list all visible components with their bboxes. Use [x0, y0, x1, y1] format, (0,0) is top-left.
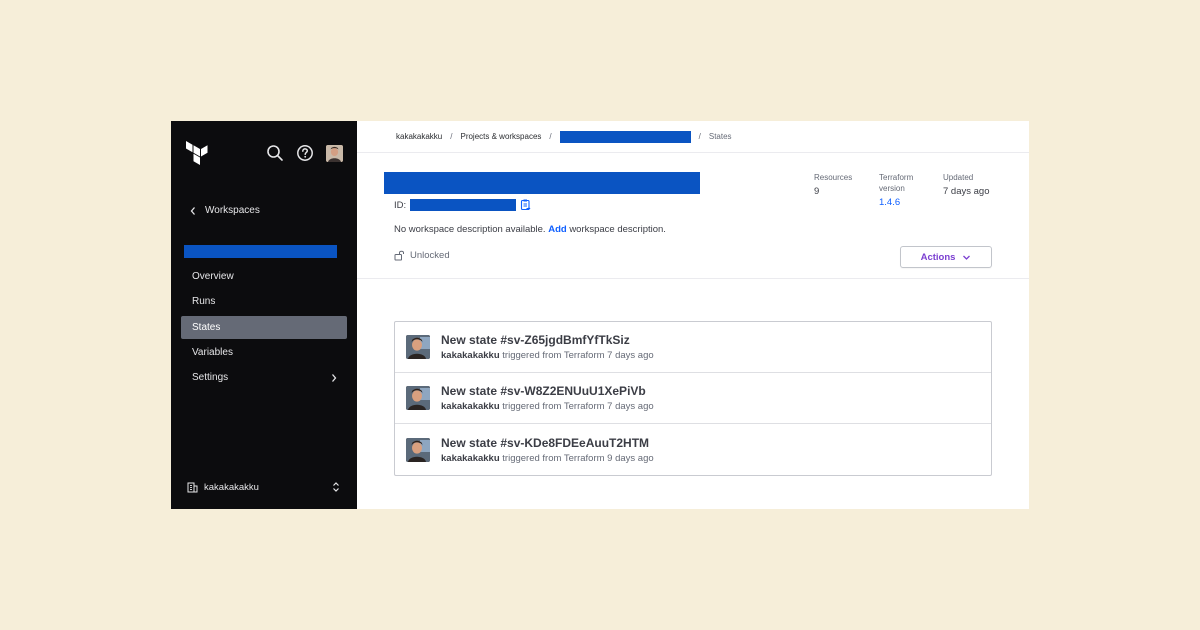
- workspace-name-redacted: [184, 245, 337, 258]
- state-text: New state #sv-W8Z2ENUuU1XePiVb kakakakak…: [441, 384, 654, 412]
- organization-info: kakakakakku: [187, 482, 259, 493]
- chevron-up-down-icon: [333, 482, 339, 492]
- sidebar-item-label: Runs: [192, 296, 216, 308]
- workspace-id-row: ID:: [394, 199, 531, 211]
- state-subtitle: kakakakakku triggered from Terraform 9 d…: [441, 453, 654, 464]
- back-label: Workspaces: [205, 205, 260, 216]
- building-icon: [187, 482, 198, 492]
- actions-label: Actions: [920, 251, 956, 263]
- updated-label: Updated: [943, 173, 974, 182]
- sidebar-item-runs[interactable]: Runs: [181, 290, 347, 313]
- user-avatar: [406, 386, 430, 410]
- workspace-title-redacted: [384, 172, 700, 194]
- user-avatar: [406, 335, 430, 359]
- state-user: kakakakakku: [441, 401, 500, 412]
- breadcrumb-workspace-redacted[interactable]: [559, 130, 691, 143]
- resources-label: Resources: [814, 173, 853, 182]
- breadcrumb-current: States: [708, 132, 732, 141]
- state-row[interactable]: New state #sv-KDe8FDEeAuuT2HTM kakakakak…: [395, 424, 991, 475]
- breadcrumb-org[interactable]: kakakakakku: [396, 132, 442, 141]
- actions-button[interactable]: Actions: [900, 246, 992, 268]
- breadcrumb-separator: /: [698, 132, 701, 141]
- sidebar-item-label: Variables: [192, 346, 233, 358]
- meta-terraform-version: Terraform version 1.4.6: [879, 172, 913, 208]
- back-to-workspaces[interactable]: Workspaces: [189, 205, 260, 216]
- main-content: kakakakakku / Projects & workspaces / / …: [357, 121, 1029, 509]
- sidebar-item-label: States: [192, 321, 221, 333]
- state-text: New state #sv-Z65jgdBmfYfTkSiz kakakakak…: [441, 333, 654, 361]
- chevron-left-icon: [190, 206, 195, 215]
- chevron-down-icon: [963, 255, 971, 260]
- help-icon[interactable]: [296, 144, 314, 162]
- lock-status: Unlocked: [394, 250, 450, 261]
- state-triggered: triggered from Terraform 9 days ago: [502, 452, 654, 464]
- state-triggered: triggered from Terraform 7 days ago: [502, 350, 654, 361]
- sidebar-item-label: Settings: [192, 372, 229, 384]
- updated-value: 7 days ago: [943, 186, 990, 197]
- app-window: Workspaces Overview Runs States Variable…: [171, 121, 1029, 509]
- resources-value: 9: [814, 186, 820, 197]
- states-list: New state #sv-Z65jgdBmfYfTkSiz kakakakak…: [394, 321, 992, 476]
- workspace-header: ID: No workspace description available. …: [357, 153, 1029, 279]
- sidebar-nav: Overview Runs States Variables Settings: [181, 265, 347, 391]
- sidebar-item-label: Overview: [192, 271, 234, 282]
- chevron-right-icon: [332, 373, 337, 382]
- lock-status-label: Unlocked: [410, 250, 450, 261]
- workspace-description: No workspace description available. Add …: [394, 224, 666, 235]
- copy-icon[interactable]: [520, 199, 531, 211]
- sidebar-top: [186, 141, 343, 167]
- search-icon[interactable]: [266, 144, 284, 162]
- breadcrumb-separator: /: [549, 132, 552, 141]
- state-row[interactable]: New state #sv-W8Z2ENUuU1XePiVb kakakakak…: [395, 373, 991, 424]
- state-row[interactable]: New state #sv-Z65jgdBmfYfTkSiz kakakakak…: [395, 322, 991, 373]
- unlock-icon: [394, 250, 404, 261]
- description-suffix: workspace description.: [569, 224, 666, 235]
- state-subtitle: kakakakakku triggered from Terraform 7 d…: [441, 350, 654, 361]
- breadcrumb-projects[interactable]: Projects & workspaces: [460, 132, 541, 141]
- user-avatar[interactable]: [326, 144, 343, 162]
- state-user: kakakakakku: [441, 452, 500, 464]
- state-title[interactable]: New state #sv-KDe8FDEeAuuT2HTM: [441, 436, 654, 450]
- state-title[interactable]: New state #sv-Z65jgdBmfYfTkSiz: [441, 333, 654, 347]
- state-title[interactable]: New state #sv-W8Z2ENUuU1XePiVb: [441, 384, 654, 398]
- terraform-label-line2: version: [879, 184, 905, 193]
- meta-resources: Resources 9: [814, 172, 852, 197]
- sidebar-item-settings[interactable]: Settings: [181, 366, 347, 389]
- state-triggered: triggered from Terraform 7 days ago: [502, 401, 654, 412]
- add-description-link[interactable]: Add: [548, 224, 566, 235]
- breadcrumb-separator: /: [450, 132, 453, 141]
- state-subtitle: kakakakakku triggered from Terraform 7 d…: [441, 401, 654, 412]
- terraform-logo[interactable]: [186, 141, 208, 167]
- meta-updated: Updated 7 days ago: [943, 172, 989, 197]
- state-text: New state #sv-KDe8FDEeAuuT2HTM kakakakak…: [441, 436, 654, 464]
- organization-name: kakakakakku: [204, 481, 259, 493]
- user-avatar: [406, 437, 430, 462]
- sidebar-top-icons: [266, 144, 343, 162]
- description-prefix: No workspace description available.: [394, 224, 546, 235]
- sidebar-item-overview[interactable]: Overview: [181, 265, 347, 288]
- terraform-version-value[interactable]: 1.4.6: [879, 197, 913, 208]
- sidebar: Workspaces Overview Runs States Variable…: [171, 121, 357, 509]
- terraform-label-line1: Terraform: [879, 173, 914, 182]
- sidebar-item-variables[interactable]: Variables: [181, 341, 347, 364]
- id-label: ID:: [394, 199, 407, 211]
- state-user: kakakakakku: [441, 350, 500, 361]
- sidebar-item-states[interactable]: States: [181, 315, 347, 339]
- workspace-id-redacted: [410, 199, 517, 211]
- breadcrumb: kakakakakku / Projects & workspaces / / …: [357, 121, 1029, 153]
- organization-switcher[interactable]: kakakakakku: [187, 481, 340, 493]
